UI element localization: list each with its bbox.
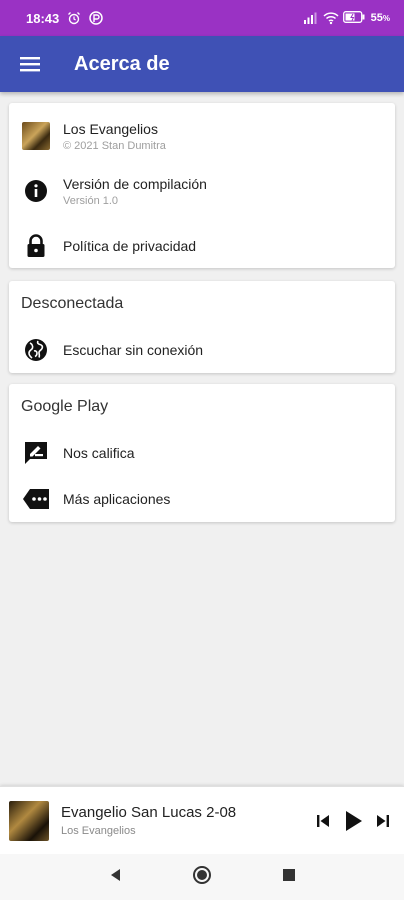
alarm-icon — [67, 11, 81, 25]
app-notification-icon — [89, 11, 103, 25]
rate-us-label: Nos califica — [63, 445, 135, 461]
more-apps-row[interactable]: Más aplicaciones — [9, 476, 395, 522]
recents-button[interactable] — [282, 868, 296, 887]
listen-offline-row[interactable]: Escuchar sin conexión — [9, 327, 395, 373]
privacy-label: Política de privacidad — [63, 238, 197, 254]
signal-icon — [303, 11, 317, 25]
play-icon — [346, 810, 362, 831]
app-bar: Acerca de — [0, 36, 404, 92]
back-button[interactable] — [108, 867, 122, 888]
google-play-header: Google Play — [21, 398, 109, 415]
build-version-row[interactable]: Versión de compilación Versión 1.0 — [9, 168, 395, 214]
more-tag-icon — [23, 489, 49, 509]
lock-icon — [27, 234, 45, 257]
app-name: Los Evangelios — [63, 120, 158, 137]
play-button[interactable] — [340, 808, 366, 834]
previous-button[interactable] — [314, 812, 332, 830]
next-button[interactable] — [374, 812, 392, 830]
app-logo — [22, 122, 50, 150]
recents-square-icon — [283, 868, 295, 881]
offline-card: Desconectada Escuchar sin conexión — [9, 281, 395, 373]
track-title: Evangelio San Lucas 2-08 — [61, 804, 237, 821]
mini-player[interactable]: Evangelio San Lucas 2-08 Los Evangelios — [0, 786, 404, 854]
wifi-icon — [323, 11, 339, 25]
build-label: Versión de compilación — [63, 175, 207, 192]
skip-next-icon — [377, 814, 389, 827]
home-circle-icon — [193, 865, 211, 884]
menu-button[interactable] — [0, 36, 60, 92]
album-art — [9, 800, 49, 841]
build-value: Versión 1.0 — [63, 194, 119, 207]
globe-icon — [25, 339, 47, 361]
privacy-policy-row[interactable]: Política de privacidad — [9, 223, 395, 269]
skip-previous-icon — [317, 814, 329, 827]
more-apps-label: Más aplicaciones — [63, 491, 171, 507]
back-triangle-icon — [111, 868, 120, 881]
home-button[interactable] — [192, 865, 212, 890]
battery-level: 55% — [370, 12, 390, 24]
offline-header: Desconectada — [21, 295, 124, 312]
listen-offline-label: Escuchar sin conexión — [63, 342, 204, 358]
hamburger-menu-icon — [20, 57, 40, 72]
status-time: 18:43 — [26, 10, 60, 26]
rate-us-row[interactable]: Nos califica — [9, 430, 395, 476]
app-info-row[interactable]: Los Evangelios © 2021 Stan Dumitra — [9, 113, 395, 159]
status-bar: 18:43 55% — [0, 0, 404, 36]
google-play-card: Google Play Nos califica Más aplicacione… — [9, 384, 395, 522]
battery-icon — [342, 11, 365, 25]
about-card: Los Evangelios © 2021 Stan Dumitra Versi… — [9, 103, 395, 268]
rate-review-icon — [25, 442, 47, 464]
system-nav-bar — [0, 854, 404, 900]
info-icon — [25, 180, 47, 202]
page-title: Acerca de — [74, 52, 170, 75]
album-name: Los Evangelios — [61, 825, 136, 837]
copyright-text: © 2021 Stan Dumitra — [63, 139, 166, 152]
